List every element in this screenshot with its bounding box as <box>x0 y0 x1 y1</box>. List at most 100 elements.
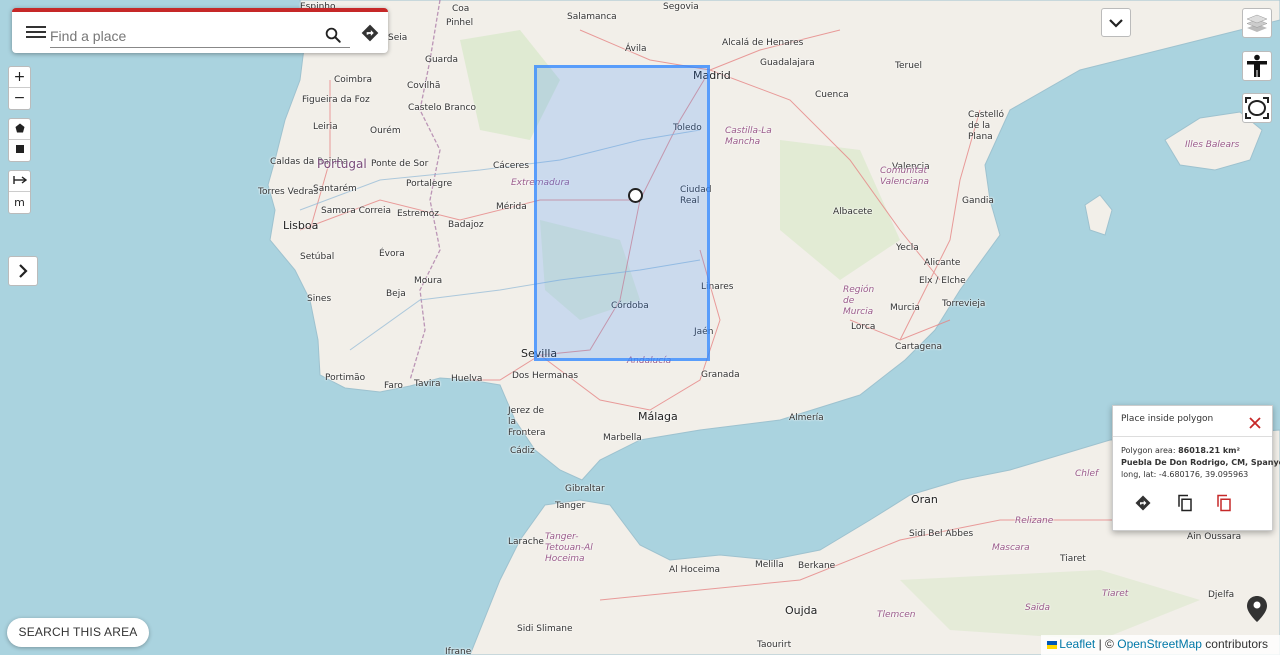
map-label-city: Ourém <box>370 126 401 136</box>
ukraine-flag-icon <box>1047 640 1058 649</box>
map-label-city: Pinhel <box>446 18 474 28</box>
map-label-city: Covilhã <box>407 81 441 91</box>
map-canvas[interactable]: Salamanca Segovia Ávila Alcalá de Henare… <box>0 0 1280 655</box>
map-label-city: Málaga <box>638 410 678 423</box>
fullscreen-icon <box>1245 97 1269 119</box>
map-label-city: Almería <box>789 413 824 423</box>
map-label-city: Lorca <box>851 322 876 332</box>
map-label-city: Guadalajara <box>760 58 815 68</box>
rectangle-icon <box>15 145 24 153</box>
map-label-city: Alcalá de Henares <box>722 38 804 48</box>
area-value: 86018.21 km² <box>1178 446 1241 455</box>
map-label-region: Saïda <box>1025 603 1050 613</box>
map-label-city: Gandia <box>962 196 994 206</box>
map-label-city: Cáceres <box>493 161 530 171</box>
map-label-city: Yecla <box>896 243 919 253</box>
directions-icon <box>1135 495 1151 511</box>
polygon-center-marker[interactable] <box>628 188 643 203</box>
map-label-city: Samora Correia <box>321 206 391 216</box>
leaflet-link[interactable]: Leaflet <box>1059 637 1095 651</box>
map-label-city: Santarém <box>313 184 357 194</box>
map-label-city: Teruel <box>895 61 922 71</box>
contributors-text: contributors <box>1205 637 1268 651</box>
collapse-button[interactable] <box>1101 8 1131 37</box>
map-label-city: Elx / Elche <box>919 276 966 286</box>
layers-button[interactable] <box>1242 8 1272 38</box>
measure-distance-button[interactable] <box>9 171 30 192</box>
map-label-city: Tavira <box>414 379 441 389</box>
map-label-city: Ávila <box>625 44 647 54</box>
draw-control <box>8 118 31 162</box>
copyright-symbol: © <box>1105 637 1114 651</box>
map-label-city: Granada <box>701 370 740 380</box>
map-label-region: Tlemcen <box>877 610 916 620</box>
map-label-city: Tanger <box>555 501 586 511</box>
place-popup: Place inside polygon Polygon area: 86018… <box>1112 405 1280 531</box>
map-label-region: Región de Murcia <box>843 285 875 317</box>
popup-copy-coords-button[interactable] <box>1213 492 1235 514</box>
draw-polygon-button[interactable] <box>9 119 30 140</box>
search-panel <box>12 8 388 53</box>
measure-unit-button[interactable]: m <box>9 192 30 213</box>
locate-button[interactable] <box>1242 594 1272 624</box>
map-label-city: Marbella <box>603 433 642 443</box>
map-label-city: Al Hoceima <box>669 565 721 575</box>
close-icon[interactable] <box>1248 416 1262 430</box>
map-label-city: Mérida <box>496 202 527 212</box>
map-label-city: Torrevieja <box>942 299 986 309</box>
ruler-arrow-icon <box>12 176 27 184</box>
map-label-city: Cuenca <box>815 90 849 100</box>
map-label-city: Melilla <box>755 560 784 570</box>
area-label: Polygon area: <box>1121 446 1176 455</box>
chevron-down-icon <box>1109 18 1123 28</box>
expand-sidebar-button[interactable] <box>8 256 38 286</box>
map-label-city: Leiria <box>313 122 338 132</box>
attribution-separator: | <box>1098 637 1102 651</box>
map-label-region: Chlef <box>1075 469 1099 479</box>
coordinates: long, lat: -4.680176, 39.095963 <box>1121 470 1248 479</box>
zoom-in-button[interactable]: + <box>9 67 30 88</box>
map-label-city: Guarda <box>425 55 458 65</box>
map-label-city: Oujda <box>785 604 818 617</box>
map-label-city: Huelva <box>451 374 483 384</box>
map-label-city: Torres Vedras <box>258 187 319 197</box>
map-label-city: Moura <box>414 276 443 286</box>
map-label-city: Castelo Branco <box>408 103 476 113</box>
popup-directions-button[interactable] <box>1132 492 1154 514</box>
search-input[interactable] <box>50 24 350 48</box>
map-label-city: Segovia <box>663 2 699 12</box>
coords-value: -4.680176, 39.095963 <box>1158 470 1249 479</box>
map-label-city: Cartagena <box>895 342 943 352</box>
map-label-city: Portalegre <box>406 179 453 189</box>
land-ibiza <box>1084 194 1113 236</box>
map-label-city: Tiaret <box>1060 554 1086 564</box>
fullscreen-button[interactable] <box>1242 93 1272 123</box>
popup-copy-button[interactable] <box>1174 492 1196 514</box>
map-label-region: Tiaret <box>1102 589 1129 599</box>
map-label-city: Seia <box>388 33 408 43</box>
map-attribution: Leaflet | © OpenStreetMap contributors <box>1041 635 1280 655</box>
selection-polygon[interactable] <box>534 65 710 361</box>
draw-rectangle-button[interactable] <box>9 140 30 161</box>
map-label-city: Lisboa <box>283 219 319 232</box>
search-icon[interactable] <box>324 26 342 44</box>
map-label-city: Cádiz <box>510 446 535 456</box>
polygon-icon <box>15 123 24 133</box>
menu-icon[interactable] <box>26 24 46 40</box>
place-name: Puebla De Don Rodrigo, CM, Spanyol <box>1121 458 1280 467</box>
map-label-region: Castilla-La Mancha <box>725 126 772 147</box>
accessibility-button[interactable] <box>1242 51 1272 81</box>
map-label-city: Oran <box>911 493 938 506</box>
osm-link[interactable]: OpenStreetMap <box>1117 637 1202 651</box>
map-label-city: Taourirt <box>757 640 792 650</box>
directions-icon[interactable] <box>360 23 380 43</box>
map-label-country: Portugal <box>317 157 367 171</box>
popup-title: Place inside polygon <box>1121 414 1214 424</box>
map-label-city: Setúbal <box>300 252 335 262</box>
search-this-area-button[interactable]: SEARCH THIS AREA <box>7 618 149 647</box>
location-pin-icon <box>1247 596 1267 622</box>
map-label-city: Coa <box>452 4 470 14</box>
map-label-city: Ain Oussara <box>1187 532 1242 542</box>
zoom-out-button[interactable]: − <box>9 88 30 109</box>
chevron-right-icon <box>19 264 28 278</box>
